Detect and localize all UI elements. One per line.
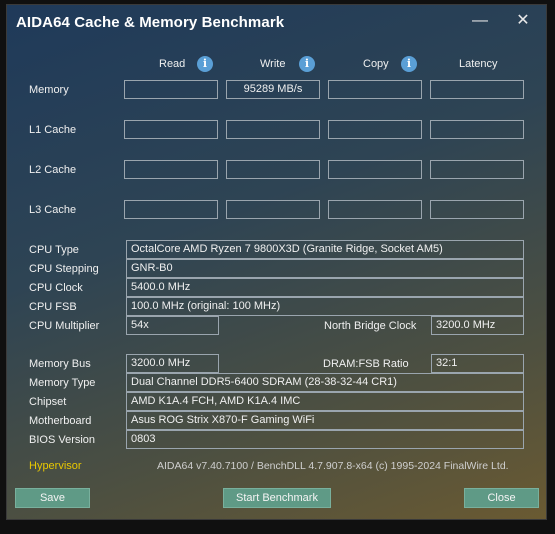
save-button[interactable]: Save bbox=[15, 488, 90, 508]
memory-latency-value bbox=[430, 80, 524, 99]
l3-write-value bbox=[226, 200, 320, 219]
cpu-fsb-label: CPU FSB bbox=[29, 301, 77, 313]
l3-copy-value bbox=[328, 200, 422, 219]
benchmark-window: AIDA64 Cache & Memory Benchmark — ✕ Read… bbox=[6, 4, 547, 520]
memory-type-value: Dual Channel DDR5-6400 SDRAM (28-38-32-4… bbox=[126, 373, 524, 392]
close-window-button[interactable]: ✕ bbox=[511, 11, 535, 31]
column-header-latency: Latency bbox=[459, 58, 498, 70]
column-header-read: Read bbox=[159, 58, 186, 70]
cpu-stepping-value: GNR-B0 bbox=[126, 259, 524, 278]
minimize-button[interactable]: — bbox=[468, 11, 492, 31]
memory-type-label: Memory Type bbox=[29, 377, 96, 389]
cpu-clock-label: CPU Clock bbox=[29, 282, 83, 294]
cpu-clock-value: 5400.0 MHz bbox=[126, 278, 524, 297]
memory-write-value: 95289 MB/s bbox=[226, 80, 320, 99]
l3-latency-value bbox=[430, 200, 524, 219]
l1-latency-value bbox=[430, 120, 524, 139]
column-header-copy: Copy bbox=[363, 58, 389, 70]
window-title: AIDA64 Cache & Memory Benchmark bbox=[16, 14, 285, 31]
memory-bus-value: 3200.0 MHz bbox=[126, 354, 219, 373]
north-bridge-clock-label: North Bridge Clock bbox=[324, 320, 417, 332]
info-icon[interactable]: i bbox=[197, 56, 213, 72]
l2-read-value bbox=[124, 160, 218, 179]
info-icon[interactable]: i bbox=[299, 56, 315, 72]
bios-version-value: 0803 bbox=[126, 430, 524, 449]
dram-fsb-ratio-label: DRAM:FSB Ratio bbox=[323, 358, 409, 370]
row-label-l2-cache: L2 Cache bbox=[29, 164, 77, 176]
bios-version-label: BIOS Version bbox=[29, 434, 96, 446]
l1-write-value bbox=[226, 120, 320, 139]
l1-copy-value bbox=[328, 120, 422, 139]
l2-copy-value bbox=[328, 160, 422, 179]
motherboard-label: Motherboard bbox=[29, 415, 92, 427]
version-copyright-text: AIDA64 v7.40.7100 / BenchDLL 4.7.907.8-x… bbox=[157, 460, 509, 472]
hypervisor-label: Hypervisor bbox=[29, 460, 82, 472]
cpu-type-label: CPU Type bbox=[29, 244, 79, 256]
save-button-label: Save bbox=[39, 492, 66, 504]
row-label-memory: Memory bbox=[29, 84, 69, 96]
memory-copy-value bbox=[328, 80, 422, 99]
memory-bus-label: Memory Bus bbox=[29, 358, 91, 370]
row-label-l3-cache: L3 Cache bbox=[29, 204, 77, 216]
cpu-type-value: OctalCore AMD Ryzen 7 9800X3D (Granite R… bbox=[126, 240, 524, 259]
cpu-stepping-label: CPU Stepping bbox=[29, 263, 99, 275]
cpu-fsb-value: 100.0 MHz (original: 100 MHz) bbox=[126, 297, 524, 316]
row-label-l1-cache: L1 Cache bbox=[29, 124, 77, 136]
cpu-multiplier-value: 54x bbox=[126, 316, 219, 335]
chipset-value: AMD K1A.4 FCH, AMD K1A.4 IMC bbox=[126, 392, 524, 411]
l2-write-value bbox=[226, 160, 320, 179]
start-benchmark-label: Start Benchmark bbox=[236, 492, 318, 504]
close-button[interactable]: Close bbox=[464, 488, 539, 508]
close-button-label: Close bbox=[487, 492, 516, 504]
l3-read-value bbox=[124, 200, 218, 219]
info-icon[interactable]: i bbox=[401, 56, 417, 72]
column-header-write: Write bbox=[260, 58, 286, 70]
l1-read-value bbox=[124, 120, 218, 139]
north-bridge-clock-value: 3200.0 MHz bbox=[431, 316, 524, 335]
memory-read-value bbox=[124, 80, 218, 99]
chipset-label: Chipset bbox=[29, 396, 67, 408]
cpu-multiplier-label: CPU Multiplier bbox=[29, 320, 100, 332]
motherboard-value: Asus ROG Strix X870-F Gaming WiFi bbox=[126, 411, 524, 430]
start-benchmark-button[interactable]: Start Benchmark bbox=[223, 488, 331, 508]
dram-fsb-ratio-value: 32:1 bbox=[431, 354, 524, 373]
l2-latency-value bbox=[430, 160, 524, 179]
